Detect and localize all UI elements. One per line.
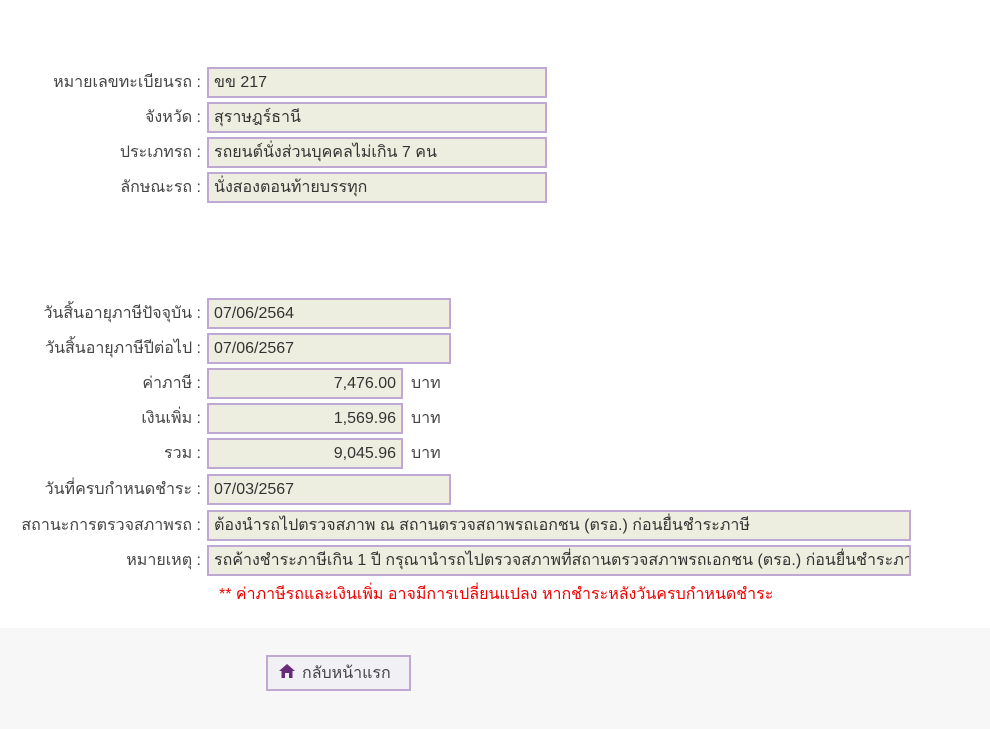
next-expiry-row: วันสิ้นอายุภาษีปีต่อไป : 07/06/2567 — [0, 333, 451, 364]
body-field[interactable]: นั่งสองตอนท้ายบรรทุก — [207, 172, 547, 203]
home-button-label: กลับหน้าแรก — [302, 664, 391, 682]
total-label: รวม : — [163, 445, 201, 462]
current-expiry-row: วันสิ้นอายุภาษีปัจจุบัน : 07/06/2564 — [0, 298, 451, 329]
body-label: ลักษณะรถ : — [120, 179, 201, 196]
due-date-row: วันที่ครบกำหนดชำระ : 07/03/2567 — [0, 474, 451, 505]
total-row: รวม : 9,045.96 บาท — [0, 438, 441, 469]
surcharge-unit: บาท — [411, 410, 441, 427]
remark-row: หมายเหตุ : รถค้างชำระภาษีเกิน 1 ปี กรุณาน… — [0, 545, 911, 576]
inspection-status-label: สถานะการตรวจสภาพรถ : — [21, 517, 201, 534]
next-expiry-label: วันสิ้นอายุภาษีปีต่อไป : — [45, 340, 201, 357]
province-label: จังหวัด : — [145, 109, 201, 126]
due-date-field[interactable]: 07/03/2567 — [207, 474, 451, 505]
province-field[interactable]: สุราษฎร์ธานี — [207, 102, 547, 133]
plate-label: หมายเลขทะเบียนรถ : — [53, 74, 201, 91]
plate-row: หมายเลขทะเบียนรถ : ขข 217 — [0, 67, 547, 98]
next-expiry-field[interactable]: 07/06/2567 — [207, 333, 451, 364]
tax-amount-unit: บาท — [411, 375, 441, 392]
current-expiry-field[interactable]: 07/06/2564 — [207, 298, 451, 329]
surcharge-row: เงินเพิ่ม : 1,569.96 บาท — [0, 403, 441, 434]
type-field[interactable]: รถยนต์นั่งส่วนบุคคลไม่เกิน 7 คน — [207, 137, 547, 168]
inspection-status-row: สถานะการตรวจสภาพรถ : ต้องนำรถไปตรวจสภาพ ณ… — [0, 510, 911, 541]
body-row: ลักษณะรถ : นั่งสองตอนท้ายบรรทุก — [0, 172, 547, 203]
total-unit: บาท — [411, 445, 441, 462]
home-button[interactable]: กลับหน้าแรก — [266, 655, 411, 691]
remark-field[interactable]: รถค้างชำระภาษีเกิน 1 ปี กรุณานำรถไปตรวจส… — [207, 545, 911, 576]
tax-amount-label: ค่าภาษี : — [142, 375, 201, 392]
surcharge-label: เงินเพิ่ม : — [141, 410, 201, 427]
province-row: จังหวัด : สุราษฎร์ธานี — [0, 102, 547, 133]
footer — [0, 628, 990, 729]
tax-amount-field[interactable]: 7,476.00 — [207, 368, 403, 399]
current-expiry-label: วันสิ้นอายุภาษีปัจจุบัน : — [43, 305, 201, 322]
surcharge-field[interactable]: 1,569.96 — [207, 403, 403, 434]
total-field[interactable]: 9,045.96 — [207, 438, 403, 469]
home-icon — [278, 663, 296, 684]
type-row: ประเภทรถ : รถยนต์นั่งส่วนบุคคลไม่เกิน 7 ค… — [0, 137, 547, 168]
plate-field[interactable]: ขข 217 — [207, 67, 547, 98]
due-date-label: วันที่ครบกำหนดชำระ : — [44, 481, 201, 498]
tax-change-note: ** ค่าภาษีรถและเงินเพิ่ม อาจมีการเปลี่ยน… — [219, 586, 774, 603]
remark-label: หมายเหตุ : — [126, 552, 201, 569]
tax-amount-row: ค่าภาษี : 7,476.00 บาท — [0, 368, 441, 399]
type-label: ประเภทรถ : — [119, 144, 201, 161]
inspection-status-field[interactable]: ต้องนำรถไปตรวจสภาพ ณ สถานตรวจสถาพรถเอกชน… — [207, 510, 911, 541]
